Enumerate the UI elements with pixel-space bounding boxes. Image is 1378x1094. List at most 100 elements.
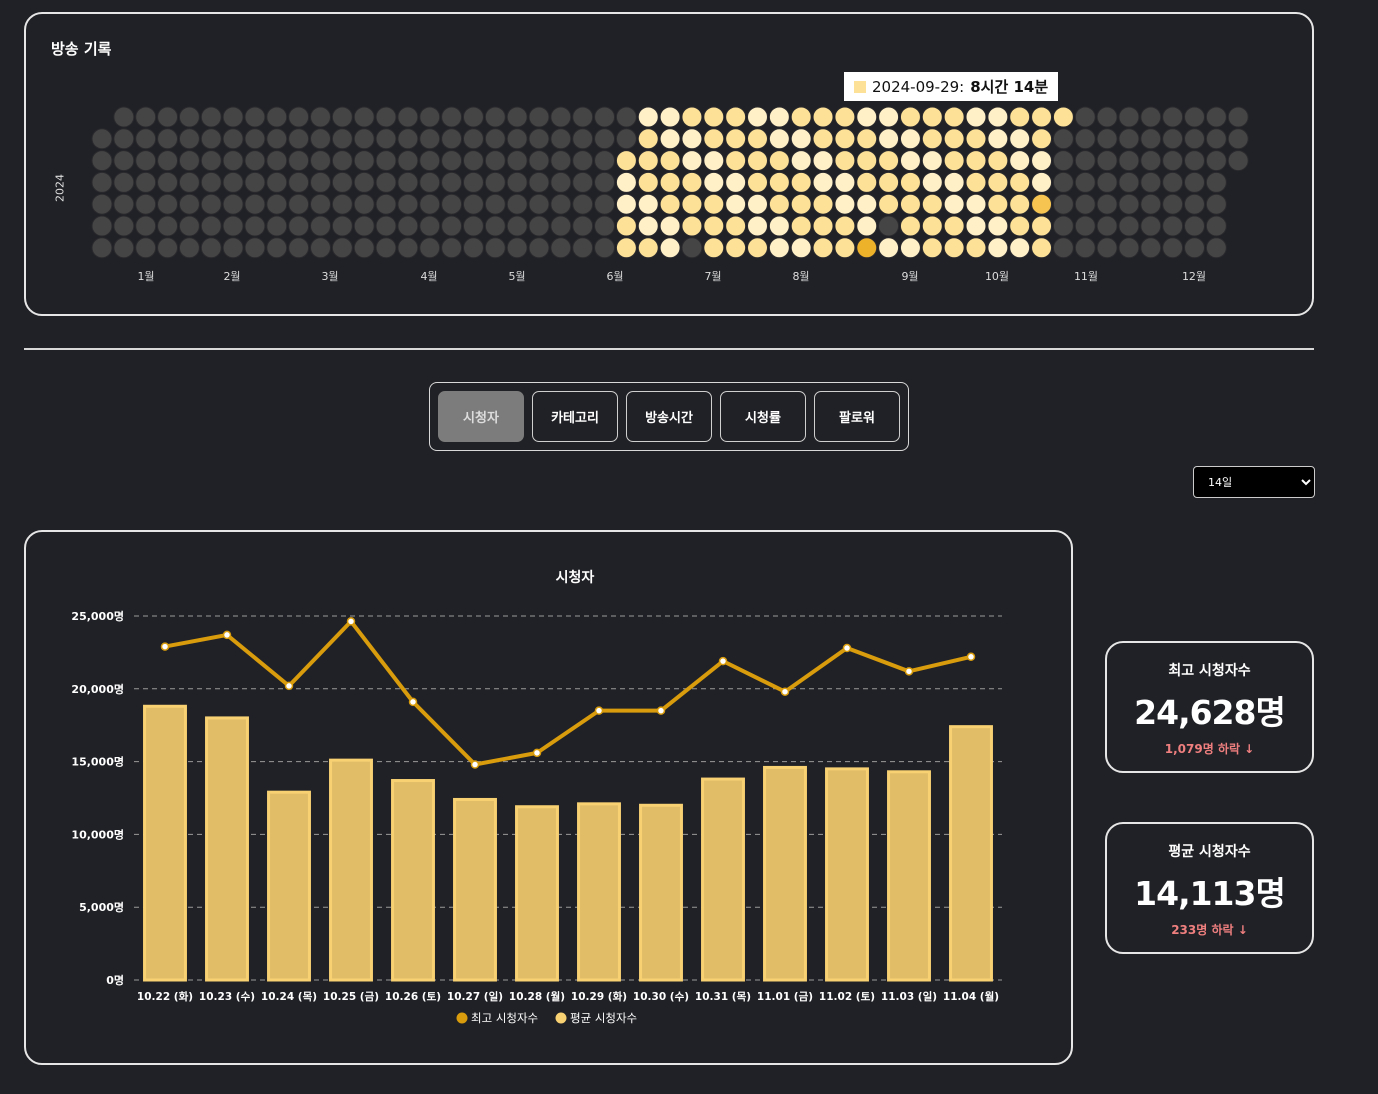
heatmap-cell[interactable] bbox=[310, 215, 331, 237]
heatmap-cell[interactable] bbox=[703, 237, 725, 259]
heatmap-cell[interactable] bbox=[790, 150, 812, 172]
heatmap-cell[interactable] bbox=[965, 128, 987, 150]
heatmap-cell[interactable] bbox=[834, 193, 856, 215]
heatmap-cell[interactable] bbox=[331, 171, 353, 193]
heatmap-cell[interactable] bbox=[1140, 193, 1162, 215]
heatmap-cell[interactable] bbox=[572, 171, 594, 193]
heatmap-cell[interactable] bbox=[397, 150, 419, 172]
heatmap-cell[interactable] bbox=[637, 106, 659, 128]
heatmap-cell[interactable] bbox=[747, 215, 768, 237]
heatmap-cell[interactable] bbox=[1118, 150, 1140, 172]
heatmap-cell[interactable] bbox=[222, 106, 244, 128]
heatmap-cell[interactable] bbox=[1118, 237, 1140, 259]
heatmap-cell[interactable] bbox=[419, 237, 441, 259]
heatmap-cell[interactable] bbox=[659, 106, 681, 128]
heatmap-cell[interactable] bbox=[310, 171, 331, 193]
heatmap-cell[interactable] bbox=[1205, 215, 1227, 237]
heatmap-cell[interactable] bbox=[310, 237, 331, 259]
heatmap-cell[interactable] bbox=[921, 193, 943, 215]
heatmap-cell[interactable] bbox=[615, 193, 637, 215]
heatmap-cell[interactable] bbox=[550, 193, 572, 215]
heatmap-cell[interactable] bbox=[91, 215, 113, 237]
heatmap-cell[interactable] bbox=[200, 171, 222, 193]
heatmap-cell[interactable] bbox=[572, 106, 594, 128]
heatmap-cell[interactable] bbox=[856, 150, 878, 172]
heatmap-cell[interactable] bbox=[266, 237, 288, 259]
heatmap-cell[interactable] bbox=[178, 128, 200, 150]
heatmap-cell[interactable] bbox=[1162, 193, 1184, 215]
heatmap-cell[interactable] bbox=[266, 215, 288, 237]
heatmap-cell[interactable] bbox=[178, 106, 200, 128]
heatmap-cell[interactable] bbox=[921, 215, 943, 237]
heatmap-cell[interactable] bbox=[222, 237, 244, 259]
heatmap-cell[interactable] bbox=[419, 171, 441, 193]
heatmap-cell[interactable] bbox=[157, 106, 179, 128]
heatmap-cell[interactable] bbox=[659, 237, 681, 259]
heatmap-cell[interactable] bbox=[615, 237, 637, 259]
heatmap-cell[interactable] bbox=[790, 171, 812, 193]
heatmap-cell[interactable] bbox=[397, 171, 419, 193]
heatmap-cell[interactable] bbox=[899, 128, 921, 150]
max-viewers-point[interactable] bbox=[346, 617, 356, 626]
heatmap-cell[interactable] bbox=[222, 128, 244, 150]
heatmap-cell[interactable] bbox=[462, 237, 484, 259]
heatmap-cell[interactable] bbox=[244, 106, 266, 128]
heatmap-cell[interactable] bbox=[528, 150, 550, 172]
heatmap-cell[interactable] bbox=[419, 150, 441, 172]
heatmap-cell[interactable] bbox=[768, 171, 790, 193]
heatmap-cell[interactable] bbox=[200, 106, 222, 128]
heatmap-cell[interactable] bbox=[637, 237, 659, 259]
heatmap-cell[interactable] bbox=[222, 215, 244, 237]
heatmap-cell[interactable] bbox=[113, 106, 135, 128]
heatmap-cell[interactable] bbox=[528, 171, 550, 193]
heatmap-cell[interactable] bbox=[812, 215, 834, 237]
heatmap-cell[interactable] bbox=[659, 128, 681, 150]
heatmap-cell[interactable] bbox=[222, 150, 244, 172]
heatmap-cell[interactable] bbox=[244, 215, 266, 237]
heatmap-cell[interactable] bbox=[1009, 193, 1031, 215]
heatmap-cell[interactable] bbox=[681, 171, 703, 193]
heatmap-cell[interactable] bbox=[375, 171, 397, 193]
avg-viewers-bar[interactable] bbox=[701, 777, 745, 982]
heatmap-cell[interactable] bbox=[768, 128, 790, 150]
heatmap-cell[interactable] bbox=[747, 150, 768, 172]
heatmap-cell[interactable] bbox=[1184, 237, 1205, 259]
heatmap-cell[interactable] bbox=[1052, 193, 1074, 215]
heatmap-cell[interactable] bbox=[244, 150, 266, 172]
heatmap-cell[interactable] bbox=[1096, 150, 1118, 172]
heatmap-cell[interactable] bbox=[266, 128, 288, 150]
heatmap-cell[interactable] bbox=[506, 106, 528, 128]
heatmap-cell[interactable] bbox=[1162, 106, 1184, 128]
heatmap-cell[interactable] bbox=[1052, 106, 1074, 128]
heatmap-cell[interactable] bbox=[615, 128, 637, 150]
heatmap-cell[interactable] bbox=[178, 193, 200, 215]
heatmap-cell[interactable] bbox=[1162, 215, 1184, 237]
heatmap-cell[interactable] bbox=[113, 128, 135, 150]
heatmap-cell[interactable] bbox=[375, 128, 397, 150]
heatmap-cell[interactable] bbox=[812, 150, 834, 172]
heatmap-cell[interactable] bbox=[747, 128, 768, 150]
heatmap-cell[interactable] bbox=[222, 193, 244, 215]
heatmap-cell[interactable] bbox=[725, 215, 747, 237]
heatmap-cell[interactable] bbox=[441, 215, 463, 237]
heatmap-cell[interactable] bbox=[1074, 150, 1096, 172]
heatmap-cell[interactable] bbox=[506, 215, 528, 237]
heatmap-cell[interactable] bbox=[419, 193, 441, 215]
heatmap-cell[interactable] bbox=[353, 193, 375, 215]
legend-label[interactable]: 평균 시청자수 bbox=[570, 1011, 637, 1025]
heatmap-cell[interactable] bbox=[135, 237, 157, 259]
avg-viewers-bar[interactable] bbox=[205, 716, 249, 982]
heatmap-cell[interactable] bbox=[266, 171, 288, 193]
heatmap-cell[interactable] bbox=[921, 106, 943, 128]
heatmap-cell[interactable] bbox=[375, 193, 397, 215]
heatmap-cell[interactable] bbox=[790, 237, 812, 259]
heatmap-cell[interactable] bbox=[441, 193, 463, 215]
heatmap-cell[interactable] bbox=[790, 215, 812, 237]
heatmap-cell[interactable] bbox=[987, 150, 1009, 172]
heatmap-cell[interactable] bbox=[1096, 193, 1118, 215]
heatmap-cell[interactable] bbox=[1031, 171, 1053, 193]
heatmap-cell[interactable] bbox=[113, 215, 135, 237]
max-viewers-point[interactable] bbox=[222, 630, 232, 640]
heatmap-cell[interactable] bbox=[768, 215, 790, 237]
heatmap-cell[interactable] bbox=[572, 215, 594, 237]
